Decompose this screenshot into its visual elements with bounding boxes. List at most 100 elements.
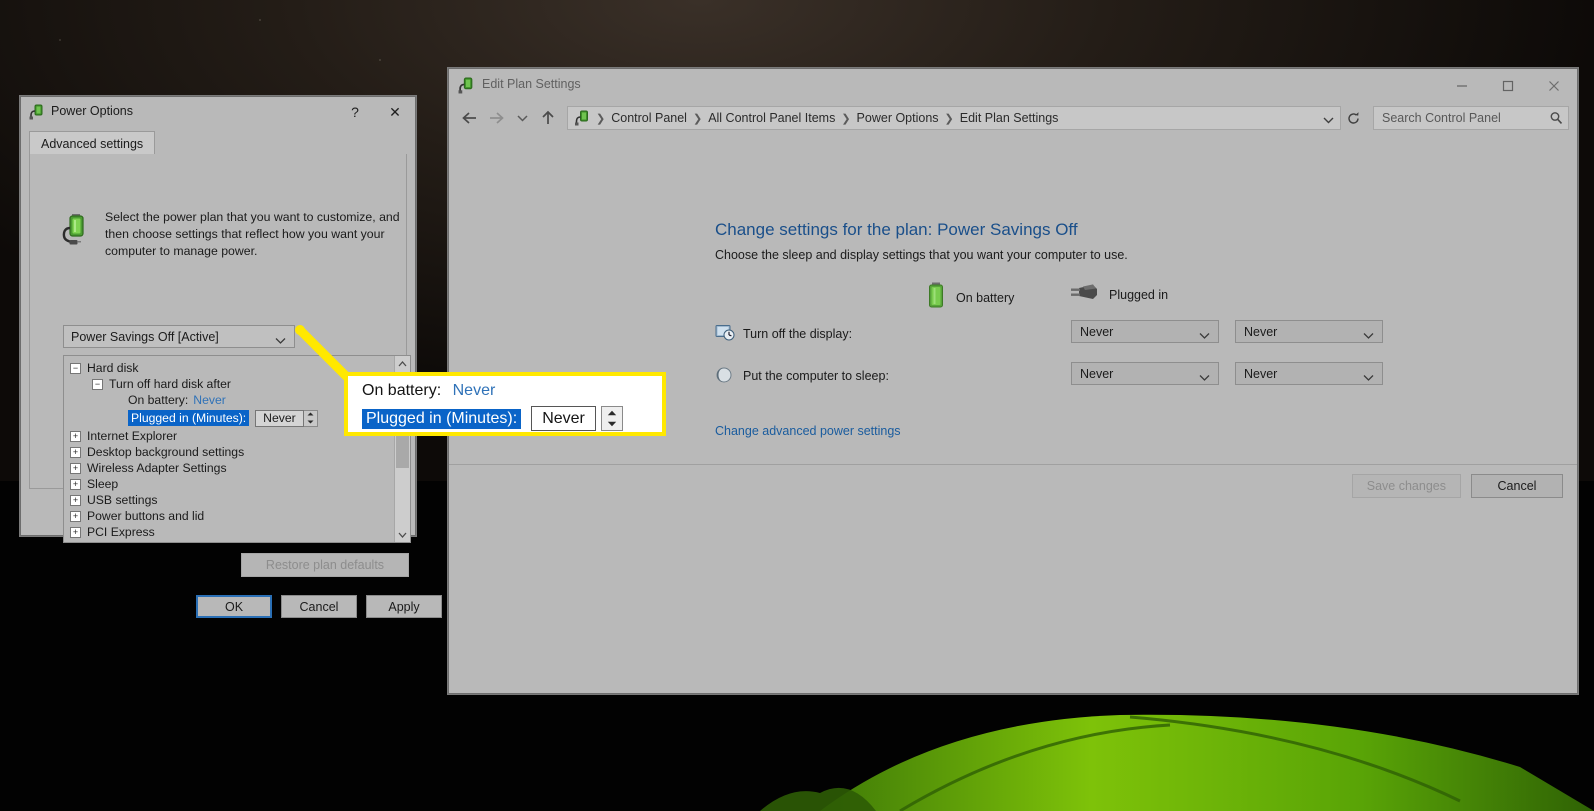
callout-stepper-value[interactable]: Never: [531, 406, 596, 431]
stepper-up-icon[interactable]: [602, 407, 622, 419]
chevron-down-icon: [1355, 328, 1374, 342]
dropdown-sleep-plugged-in[interactable]: Never: [1235, 362, 1383, 385]
close-icon[interactable]: [1531, 69, 1577, 102]
tree-item-label: Turn off hard disk after: [109, 377, 231, 391]
tree-item-wireless-adapter-settings[interactable]: + Wireless Adapter Settings: [70, 460, 396, 476]
tree-item-label: Internet Explorer: [87, 429, 178, 443]
dialog-window-controls: ? ✕: [335, 97, 415, 127]
battery-icon: [927, 282, 946, 313]
up-arrow-icon[interactable]: [535, 105, 561, 131]
expand-icon[interactable]: +: [70, 510, 81, 522]
callout-on-battery-label: On battery:: [362, 382, 442, 399]
dialog-title-text: Power Options: [51, 104, 133, 118]
minimize-icon[interactable]: [1439, 69, 1485, 102]
setting-label-turn-off-display: Turn off the display:: [743, 327, 853, 341]
tab-strip: Advanced settings: [29, 131, 407, 155]
dialog-description: Select the power plan that you want to c…: [105, 210, 400, 258]
breadcrumb-item-power-options[interactable]: Power Options: [852, 111, 944, 125]
callout-plugged-in-label: Plugged in (Minutes):: [362, 408, 522, 429]
expand-icon[interactable]: +: [70, 446, 81, 458]
forward-arrow-icon: [483, 105, 509, 131]
callout-stepper-buttons[interactable]: [600, 406, 623, 431]
green-tent: [760, 714, 1594, 811]
breadcrumb-item-all-control-panel-items[interactable]: All Control Panel Items: [703, 111, 840, 125]
tree-item-label: Desktop background settings: [87, 445, 245, 459]
battery-plug-icon: [59, 212, 95, 248]
power-plan-value: Power Savings Off [Active]: [71, 329, 219, 344]
tree-item-power-buttons-and-lid[interactable]: + Power buttons and lid: [70, 508, 396, 524]
expand-icon[interactable]: +: [70, 526, 81, 538]
column-label-on-battery: On battery: [956, 290, 1015, 305]
breadcrumb-item-control-panel[interactable]: Control Panel: [606, 111, 692, 125]
callout-on-battery-row: On battery: Never: [362, 382, 495, 400]
cancel-button[interactable]: Cancel: [1471, 474, 1563, 498]
page-title: Change settings for the plan: Power Savi…: [715, 220, 1078, 239]
save-changes-button[interactable]: Save changes: [1351, 474, 1461, 498]
close-icon[interactable]: ✕: [375, 97, 415, 127]
scroll-down-icon[interactable]: [395, 527, 410, 542]
tree-item-sleep[interactable]: + Sleep: [70, 476, 396, 492]
power-plan-dropdown[interactable]: Power Savings Off [Active]: [63, 325, 295, 348]
back-arrow-icon[interactable]: [457, 105, 483, 131]
stepper-down-icon[interactable]: [304, 418, 317, 426]
collapse-icon[interactable]: −: [92, 378, 103, 390]
tree-item-pci-express[interactable]: + PCI Express: [70, 524, 396, 540]
column-label-plugged-in: Plugged in: [1109, 287, 1169, 302]
breadcrumb-separator: ❯: [841, 112, 851, 125]
stepper-up-icon[interactable]: [304, 411, 317, 419]
dropdown-turn-off-display-plugged-in[interactable]: Never: [1235, 320, 1383, 343]
tree-item-usb-settings[interactable]: + USB settings: [70, 492, 396, 508]
refresh-icon[interactable]: [1341, 106, 1365, 130]
address-bar: ❯ Control Panel ❯ All Control Panel Item…: [449, 102, 1577, 134]
explorer-button-row: Save changes Cancel: [1351, 474, 1563, 498]
ok-button[interactable]: OK: [196, 595, 272, 618]
apply-button[interactable]: Apply: [366, 595, 442, 618]
tree-item-label: Hard disk: [87, 361, 139, 375]
breadcrumb[interactable]: ❯ Control Panel ❯ All Control Panel Item…: [567, 106, 1341, 130]
tree-item-label: Power buttons and lid: [87, 509, 205, 523]
callout-plugged-in-row: Plugged in (Minutes): Never: [362, 406, 623, 431]
setting-label-put-computer-to-sleep: Put the computer to sleep:: [743, 369, 889, 383]
stepper-down-icon[interactable]: [602, 419, 622, 431]
breadcrumb-separator: ❯: [596, 112, 606, 125]
setting-row-turn-off-display: Turn off the display:: [715, 324, 852, 344]
power-plug-battery-icon: [458, 77, 475, 94]
expand-icon[interactable]: +: [70, 430, 81, 442]
explorer-title-bar: Edit Plan Settings: [449, 69, 1577, 102]
column-header-on-battery: On battery: [927, 282, 1014, 313]
chevron-down-icon: [1191, 328, 1210, 342]
setting-row-put-computer-to-sleep: Put the computer to sleep:: [715, 366, 889, 386]
maximize-icon[interactable]: [1485, 69, 1531, 102]
dropdown-value: Never: [1244, 366, 1278, 381]
help-button[interactable]: ?: [335, 97, 375, 127]
tab-advanced-settings[interactable]: Advanced settings: [29, 131, 156, 155]
tree-item-desktop-background-settings[interactable]: + Desktop background settings: [70, 444, 396, 460]
callout-on-battery-value: Never: [452, 382, 496, 399]
page-subtitle: Choose the sleep and display settings th…: [715, 248, 1128, 262]
divider: [449, 464, 1577, 465]
search-icon[interactable]: [1544, 111, 1568, 125]
breadcrumb-power-icon: [574, 110, 592, 126]
plugged-in-minutes-stepper[interactable]: Never: [255, 409, 318, 427]
breadcrumb-separator: ❯: [692, 112, 703, 125]
dropdown-turn-off-display-on-battery[interactable]: Never: [1071, 320, 1219, 343]
expand-icon[interactable]: +: [70, 462, 81, 474]
breadcrumb-item-edit-plan-settings[interactable]: Edit Plan Settings: [955, 111, 1064, 125]
search-input[interactable]: Search Control Panel: [1373, 106, 1569, 130]
breadcrumb-dropdown-icon[interactable]: [1323, 111, 1334, 129]
stepper-value[interactable]: Never: [255, 409, 304, 427]
dialog-title-bar: Power Options ? ✕: [21, 97, 415, 127]
stepper-buttons[interactable]: [303, 409, 318, 427]
dialog-cancel-button[interactable]: Cancel: [281, 595, 357, 618]
chevron-down-icon[interactable]: [509, 105, 535, 131]
breadcrumb-separator: ❯: [944, 112, 954, 125]
collapse-icon[interactable]: −: [70, 362, 81, 374]
dropdown-sleep-on-battery[interactable]: Never: [1071, 362, 1219, 385]
restore-plan-defaults-button[interactable]: Restore plan defaults: [241, 553, 409, 577]
sleep-moon-icon: [715, 366, 735, 386]
expand-icon[interactable]: +: [70, 494, 81, 506]
expand-icon[interactable]: +: [70, 478, 81, 490]
chevron-down-icon: [1355, 370, 1374, 384]
change-advanced-power-settings-link[interactable]: Change advanced power settings: [715, 424, 901, 438]
dropdown-value: Never: [1080, 324, 1114, 339]
